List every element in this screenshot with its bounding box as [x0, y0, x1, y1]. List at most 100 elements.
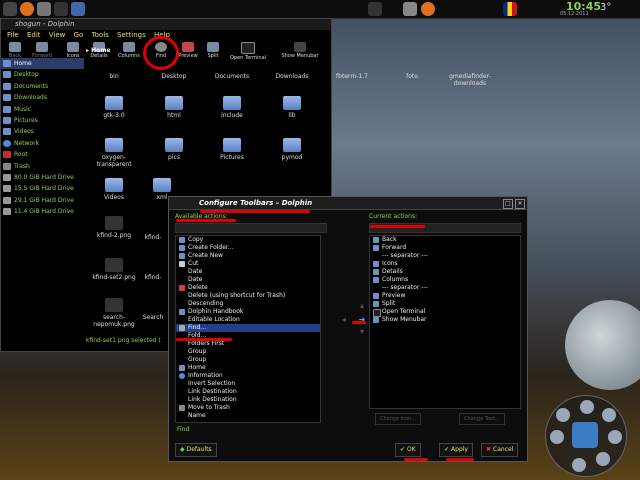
- list-item[interactable]: Date: [176, 268, 320, 276]
- list-item[interactable]: --- separator ---: [370, 284, 520, 292]
- image-file-item[interactable]: search-nepomuk.png: [86, 298, 142, 328]
- file-item[interactable]: bin: [86, 73, 142, 80]
- list-item[interactable]: Delete: [176, 284, 320, 292]
- list-item[interactable]: Show Menubar: [370, 316, 520, 324]
- list-item[interactable]: Copy: [176, 236, 320, 244]
- place-desktop[interactable]: Desktop: [0, 69, 84, 80]
- change-icon-button[interactable]: Change Icon...: [375, 413, 421, 425]
- defaults-button[interactable]: ◆ Defaults: [175, 443, 217, 457]
- window-icon[interactable]: [71, 2, 85, 16]
- place-root[interactable]: Root: [0, 149, 84, 160]
- place-drive-4[interactable]: 11.4 GiB Hard Drive: [0, 206, 84, 217]
- list-item[interactable]: Home: [176, 364, 320, 372]
- terminal-icon[interactable]: [54, 2, 68, 16]
- place-pictures[interactable]: Pictures: [0, 115, 84, 126]
- list-item[interactable]: Date: [176, 276, 320, 284]
- list-item[interactable]: Editable Location: [176, 316, 320, 324]
- icons-view-button[interactable]: Icons: [61, 41, 85, 59]
- menu-edit[interactable]: Edit: [27, 31, 41, 39]
- list-item-selected[interactable]: Find...: [176, 324, 320, 332]
- menu-tools[interactable]: Tools: [92, 31, 109, 39]
- dock-center-app-icon[interactable]: [572, 422, 598, 448]
- place-downloads[interactable]: Downloads: [0, 92, 84, 103]
- firefox-icon[interactable]: [20, 2, 34, 16]
- image-file-item[interactable]: kfind-2.png: [86, 216, 142, 239]
- back-button[interactable]: Back: [5, 41, 25, 59]
- current-actions-list[interactable]: Back Forward --- separator --- Icons Det…: [369, 235, 521, 409]
- location-breadcrumb[interactable]: ▸ Home: [86, 47, 330, 56]
- image-file-item[interactable]: kfind-: [138, 234, 168, 241]
- change-text-button[interactable]: Change Text...: [459, 413, 505, 425]
- folder-item[interactable]: lib: [264, 96, 320, 119]
- available-search-input[interactable]: [175, 223, 327, 233]
- keyboard-layout-flag-icon[interactable]: [503, 2, 517, 16]
- list-item[interactable]: Preview: [370, 292, 520, 300]
- dock-drive-icon[interactable]: [608, 430, 622, 444]
- file-item[interactable]: fbterm-1.7: [324, 73, 380, 80]
- apply-button[interactable]: ✔ Apply: [439, 443, 473, 457]
- terminal-tray-icon[interactable]: [368, 2, 382, 16]
- list-item[interactable]: Forward: [370, 244, 520, 252]
- list-item[interactable]: Split: [370, 300, 520, 308]
- list-item[interactable]: Create New: [176, 252, 320, 260]
- file-item[interactable]: Downloads: [264, 73, 320, 80]
- place-drive-2[interactable]: 15.5 GiB Hard Drive: [0, 183, 84, 194]
- cancel-button[interactable]: ✖ Cancel: [481, 443, 519, 457]
- list-item[interactable]: Delete (using shortcut for Trash): [176, 292, 320, 300]
- list-item[interactable]: Dolphin Handbook: [176, 308, 320, 316]
- image-file-item[interactable]: kfind-: [138, 274, 168, 281]
- ok-button[interactable]: ✔ OK: [395, 443, 421, 457]
- menu-go[interactable]: Go: [74, 31, 84, 39]
- place-videos[interactable]: Videos: [0, 126, 84, 137]
- list-item[interactable]: Link Destination: [176, 396, 320, 404]
- dialog-close-button[interactable]: ✕: [515, 199, 525, 209]
- folder-item[interactable]: gtk-3.0: [86, 96, 142, 119]
- dock-terminal-icon[interactable]: [580, 400, 594, 414]
- list-item[interactable]: Open Terminal: [370, 308, 520, 317]
- place-documents[interactable]: Documents: [0, 81, 84, 92]
- file-item[interactable]: foto: [384, 73, 440, 80]
- list-item[interactable]: Group: [176, 356, 320, 364]
- image-file-item[interactable]: kfind-set2.png: [86, 258, 142, 281]
- dock-firefox-icon[interactable]: [602, 408, 616, 422]
- forward-button[interactable]: Forward: [27, 41, 57, 59]
- firefox-tray-icon[interactable]: [421, 2, 435, 16]
- folder-item[interactable]: pics: [146, 138, 202, 161]
- folder-item[interactable]: include: [204, 96, 260, 119]
- folder-item[interactable]: oxygen-transparent: [86, 138, 142, 168]
- list-item[interactable]: Invert Selection: [176, 380, 320, 388]
- files-icon[interactable]: [37, 2, 51, 16]
- tools-tray-icon[interactable]: [403, 2, 417, 16]
- menu-icon[interactable]: [3, 2, 17, 16]
- place-home[interactable]: Home: [0, 58, 84, 70]
- dock-cursor-icon[interactable]: [556, 408, 570, 422]
- list-item[interactable]: Back: [370, 236, 520, 244]
- place-network[interactable]: Network: [0, 138, 84, 149]
- breadcrumb-home[interactable]: Home: [91, 47, 110, 54]
- folder-item[interactable]: Pictures: [204, 138, 260, 161]
- menu-file[interactable]: File: [7, 31, 19, 39]
- folder-item[interactable]: html: [146, 96, 202, 119]
- list-item[interactable]: Group: [176, 348, 320, 356]
- list-item[interactable]: --- separator ---: [370, 252, 520, 260]
- file-item[interactable]: Documents: [204, 73, 260, 80]
- list-item[interactable]: Name: [176, 412, 320, 420]
- list-item[interactable]: Move to Trash: [176, 404, 320, 412]
- place-music[interactable]: Music: [0, 104, 84, 115]
- move-down-arrow-icon[interactable]: ▾: [357, 327, 367, 336]
- list-item[interactable]: Folders First: [176, 340, 320, 348]
- list-item[interactable]: Columns: [370, 276, 520, 284]
- available-actions-list[interactable]: Copy Create Folder... Create New Cut Dat…: [175, 235, 321, 423]
- list-item[interactable]: Cut: [176, 260, 320, 268]
- list-item[interactable]: Information: [176, 372, 320, 380]
- file-item[interactable]: Desktop: [146, 73, 202, 80]
- file-item[interactable]: gmediafinder-downloads: [442, 73, 498, 87]
- move-up-arrow-icon[interactable]: ▴: [357, 301, 367, 310]
- dock-tools-icon[interactable]: [550, 430, 564, 444]
- list-item[interactable]: Details: [370, 268, 520, 276]
- dialog-maximize-button[interactable]: □: [503, 199, 513, 209]
- menu-settings[interactable]: Settings: [117, 31, 146, 39]
- dock-settings-icon[interactable]: [572, 458, 586, 472]
- place-trash[interactable]: Trash: [0, 161, 84, 172]
- dock-display-icon[interactable]: [596, 452, 610, 466]
